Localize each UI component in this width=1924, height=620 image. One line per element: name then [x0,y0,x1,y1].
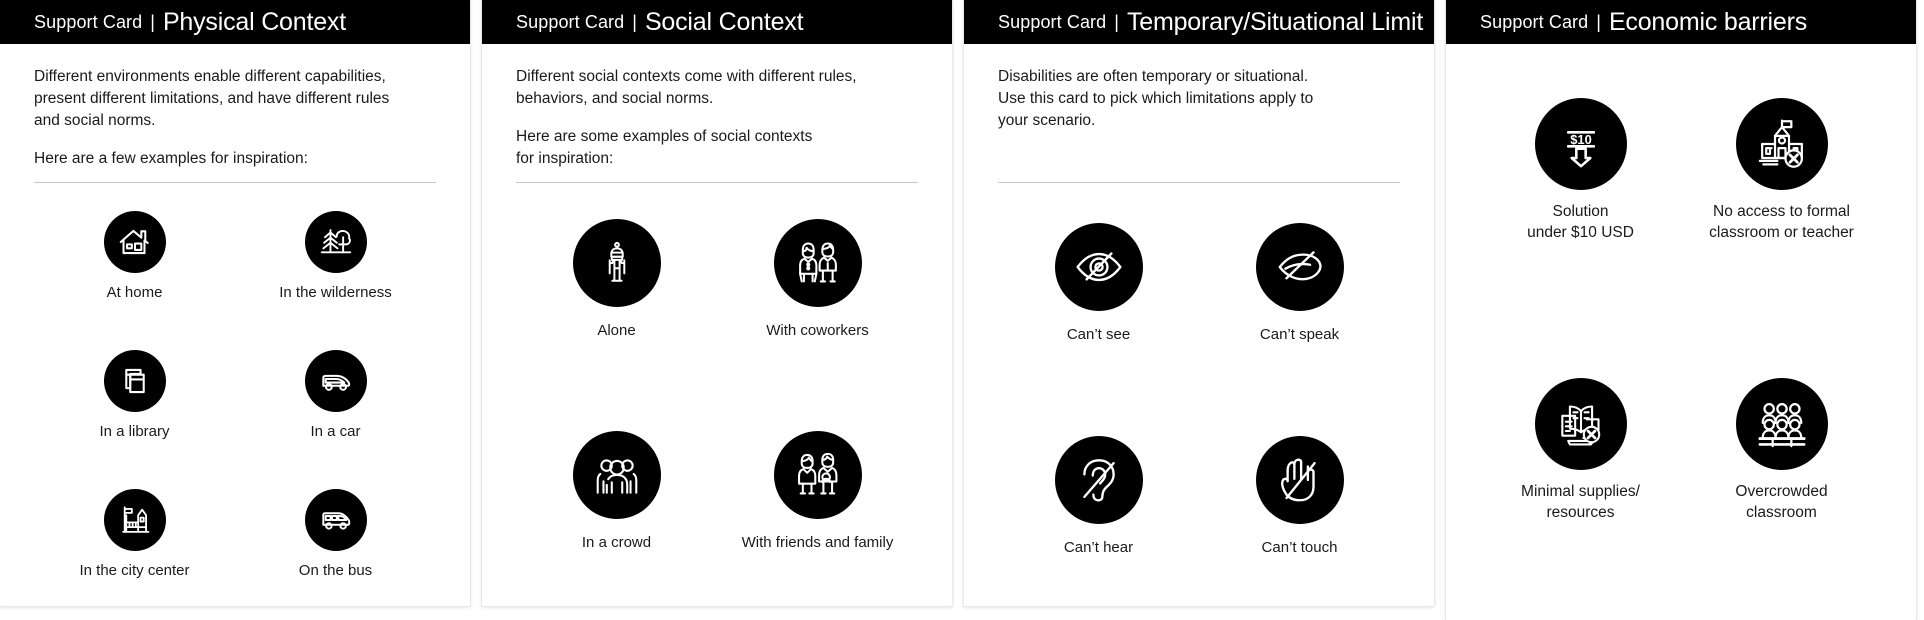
card-intro-secondary: Here are some examples of social context… [516,128,813,167]
card-header: Support Card | Social Context [482,0,952,44]
list-item-label: Alone [597,322,636,339]
card-header-prefix: Support Card [998,11,1107,32]
list-item[interactable]: Can’t see [998,205,1199,394]
card-header-separator: | [1114,11,1119,32]
card-body: $10 Solution under $10 USD No access to … [1446,44,1916,620]
card-header-prefix: Support Card [34,11,143,32]
list-item[interactable]: No access to formal classroom or teacher [1681,88,1882,340]
crowd-group-icon [572,430,661,519]
card-intro-primary: Different social contexts come with diff… [516,68,857,107]
cards-row: Support Card | Physical Context Differen… [0,0,1924,620]
list-item[interactable]: In the wilderness [235,203,436,328]
card-header: Support Card | Temporary/Situational Lim… [964,0,1434,44]
card-header-title: Temporary/Situational Limit [1126,7,1424,36]
list-item[interactable]: With coworkers [717,205,918,395]
list-item-label: In a crowd [581,533,652,551]
divider [34,182,436,183]
mouth-slash-icon [1255,223,1344,311]
price-label: $10 [1570,132,1591,147]
icon-grid: At home In the wilderness In a library I… [34,203,436,606]
icon-grid: Alone With coworkers In a crowd With fri… [516,205,918,606]
list-item[interactable]: Can’t speak [1199,205,1400,394]
card-header-separator: | [1596,11,1601,32]
card-header-separator: | [632,11,637,32]
list-item-label: In a car [310,423,361,440]
card-header: Support Card | Economic barriers [1446,0,1916,44]
list-item[interactable]: Can’t hear [998,418,1199,607]
list-item-label: In a library [99,423,170,440]
divider [998,182,1400,183]
supplies-blocked-icon [1534,378,1627,470]
city-buildings-icon [103,489,166,551]
price-under-ten-icon: $10 [1534,98,1627,190]
list-item-label: Minimal supplies/ resources [1521,483,1640,521]
list-item-label: In the city center [79,562,190,579]
list-item-label: With friends and family [741,533,894,551]
list-item-label: Overcrowded classroom [1735,483,1828,521]
house-icon [103,211,166,273]
family-group-icon [773,430,862,519]
card-body: Different social contexts come with diff… [482,44,952,606]
list-item-label: No access to formal classroom or teacher [1709,203,1854,241]
list-item[interactable]: In a library [34,342,235,467]
list-item[interactable]: Overcrowded classroom [1681,368,1882,620]
bus-icon [304,489,367,551]
list-item-label: Can’t hear [1063,538,1134,556]
tree-forest-icon [304,211,367,273]
card-intro-primary: Different environments enable different … [34,68,390,129]
card-body: Disabilities are often temporary or situ… [964,44,1434,606]
list-item-label: In the wilderness [279,284,392,301]
card-header-separator: | [150,11,155,32]
list-item-label: At home [106,284,163,301]
divider [516,182,918,183]
card-intro-primary: Disabilities are often temporary or situ… [998,68,1314,129]
list-item-label: With coworkers [766,322,869,339]
list-item[interactable]: On the bus [235,481,436,606]
list-item[interactable]: $10 Solution under $10 USD [1480,88,1681,340]
list-item[interactable]: Alone [516,205,717,395]
support-card-temporary-situational-limit[interactable]: Support Card | Temporary/Situational Lim… [964,0,1434,606]
card-header-prefix: Support Card [1480,11,1589,32]
card-header-title: Social Context [644,7,804,36]
single-person-icon [572,219,661,307]
list-item[interactable]: Minimal supplies/ resources [1480,368,1681,620]
support-card-economic-barriers[interactable]: Support Card | Economic barriers $10 Sol… [1446,0,1916,620]
list-item[interactable]: In a crowd [516,417,717,607]
card-header-prefix: Support Card [516,11,625,32]
ear-slash-icon [1054,435,1143,524]
books-icon [103,350,166,412]
support-card-social-context[interactable]: Support Card | Social Context Different … [482,0,952,606]
two-coworkers-icon [773,219,862,307]
list-item-label: Can’t touch [1261,538,1338,556]
icon-grid: $10 Solution under $10 USD No access to … [1480,88,1882,620]
list-item[interactable]: At home [34,203,235,328]
eye-slash-icon [1054,223,1143,311]
list-item-label: Can’t speak [1259,326,1340,343]
support-cards-board: Support Card | Physical Context Differen… [0,0,1924,620]
card-header-title: Economic barriers [1608,7,1808,36]
list-item-label: On the bus [298,562,373,579]
list-item[interactable]: Can’t touch [1199,418,1400,607]
support-card-physical-context[interactable]: Support Card | Physical Context Differen… [0,0,470,606]
school-blocked-icon [1735,98,1828,190]
card-header-title: Physical Context [162,7,346,36]
list-item[interactable]: In the city center [34,481,235,606]
card-body: Different environments enable different … [0,44,470,606]
car-icon [304,350,367,412]
overcrowded-classroom-icon [1735,378,1828,470]
card-header: Support Card | Physical Context [0,0,470,44]
icon-grid: Can’t see Can’t speak Can’t hear Can’t t… [998,205,1400,606]
list-item-label: Solution under $10 USD [1527,203,1634,241]
list-item[interactable]: With friends and family [717,417,918,607]
card-intro-secondary: Here are a few examples for inspiration: [34,150,308,167]
list-item[interactable]: In a car [235,342,436,467]
hand-slash-icon [1255,435,1344,524]
list-item-label: Can’t see [1066,326,1131,343]
